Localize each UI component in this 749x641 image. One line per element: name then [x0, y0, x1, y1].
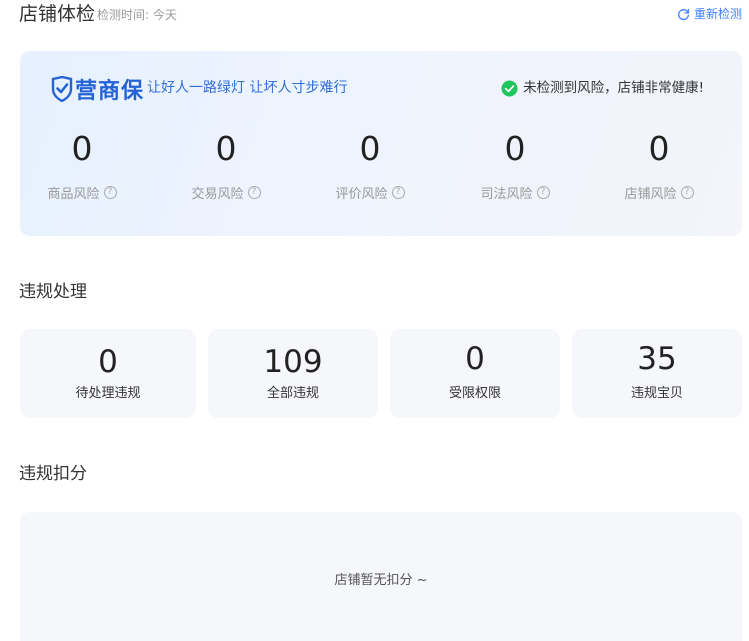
- refresh-icon: [678, 8, 690, 20]
- page-title: 店铺体检: [19, 3, 96, 25]
- health-status-text: 未检测到风险，店铺非常健康!: [523, 80, 704, 96]
- stat-value: 35: [637, 341, 677, 377]
- risk-item-judicial: 0 司法风险?: [455, 129, 575, 202]
- deduction-section-title: 违规扣分: [19, 464, 87, 484]
- violation-section-title: 违规处理: [19, 282, 87, 302]
- risk-label: 交易风险: [191, 187, 244, 202]
- brand-slogan: 让好人一路绿灯 让坏人寸步难行: [147, 80, 348, 96]
- question-circle-icon[interactable]: ?: [391, 186, 405, 199]
- risk-label: 评价风险: [335, 187, 388, 202]
- risk-value: 0: [504, 129, 526, 168]
- stat-label: 违规宝贝: [630, 386, 683, 401]
- shield-logo-icon: [51, 76, 73, 102]
- stat-value: 109: [263, 344, 323, 380]
- health-status: 未检测到风险，店铺非常健康!: [501, 78, 704, 98]
- health-card: 营商保 让好人一路绿灯 让坏人寸步难行 未检测到风险，店铺非常健康! 0 商品风…: [20, 51, 742, 236]
- risk-item-review: 0 评价风险?: [310, 129, 430, 202]
- risk-value: 0: [71, 129, 93, 168]
- stat-card-pending[interactable]: 0 待处理违规: [20, 329, 196, 418]
- check-circle-icon: [501, 79, 518, 97]
- check-time: 检测时间: 今天: [97, 8, 177, 22]
- recheck-button[interactable]: 重新检测: [677, 5, 742, 23]
- risk-value: 0: [648, 129, 670, 168]
- page-header: 店铺体检 检测时间: 今天 重新检测: [19, 2, 742, 26]
- stat-card-all[interactable]: 109 全部违规: [208, 329, 378, 418]
- stat-value: 0: [98, 344, 118, 380]
- risk-value: 0: [215, 129, 237, 168]
- stat-label: 全部违规: [266, 386, 319, 401]
- risk-label: 店铺风险: [624, 187, 677, 202]
- stat-card-restricted[interactable]: 0 受限权限: [390, 329, 560, 418]
- brand-name: 营商保: [75, 79, 145, 104]
- stat-label: 待处理违规: [75, 386, 141, 401]
- stat-value: 0: [465, 341, 485, 377]
- risk-item-trade: 0 交易风险?: [166, 129, 286, 202]
- question-circle-icon[interactable]: ?: [103, 186, 117, 199]
- brand-logo: 营商保: [51, 73, 144, 105]
- recheck-label: 重新检测: [693, 7, 742, 21]
- risk-label: 商品风险: [47, 187, 100, 202]
- deduction-panel: 店铺暂无扣分 ~: [20, 512, 742, 641]
- stat-card-items[interactable]: 35 违规宝贝: [572, 329, 742, 418]
- risk-value: 0: [359, 129, 381, 168]
- risk-item-store: 0 店铺风险?: [599, 129, 719, 202]
- risk-label: 司法风险: [480, 187, 533, 202]
- stat-label: 受限权限: [448, 386, 501, 401]
- risk-item-product: 0 商品风险?: [22, 129, 142, 202]
- question-circle-icon[interactable]: ?: [680, 186, 694, 199]
- question-circle-icon[interactable]: ?: [536, 186, 550, 199]
- deduction-empty-text: 店铺暂无扣分 ~: [334, 573, 428, 588]
- question-circle-icon[interactable]: ?: [247, 186, 261, 199]
